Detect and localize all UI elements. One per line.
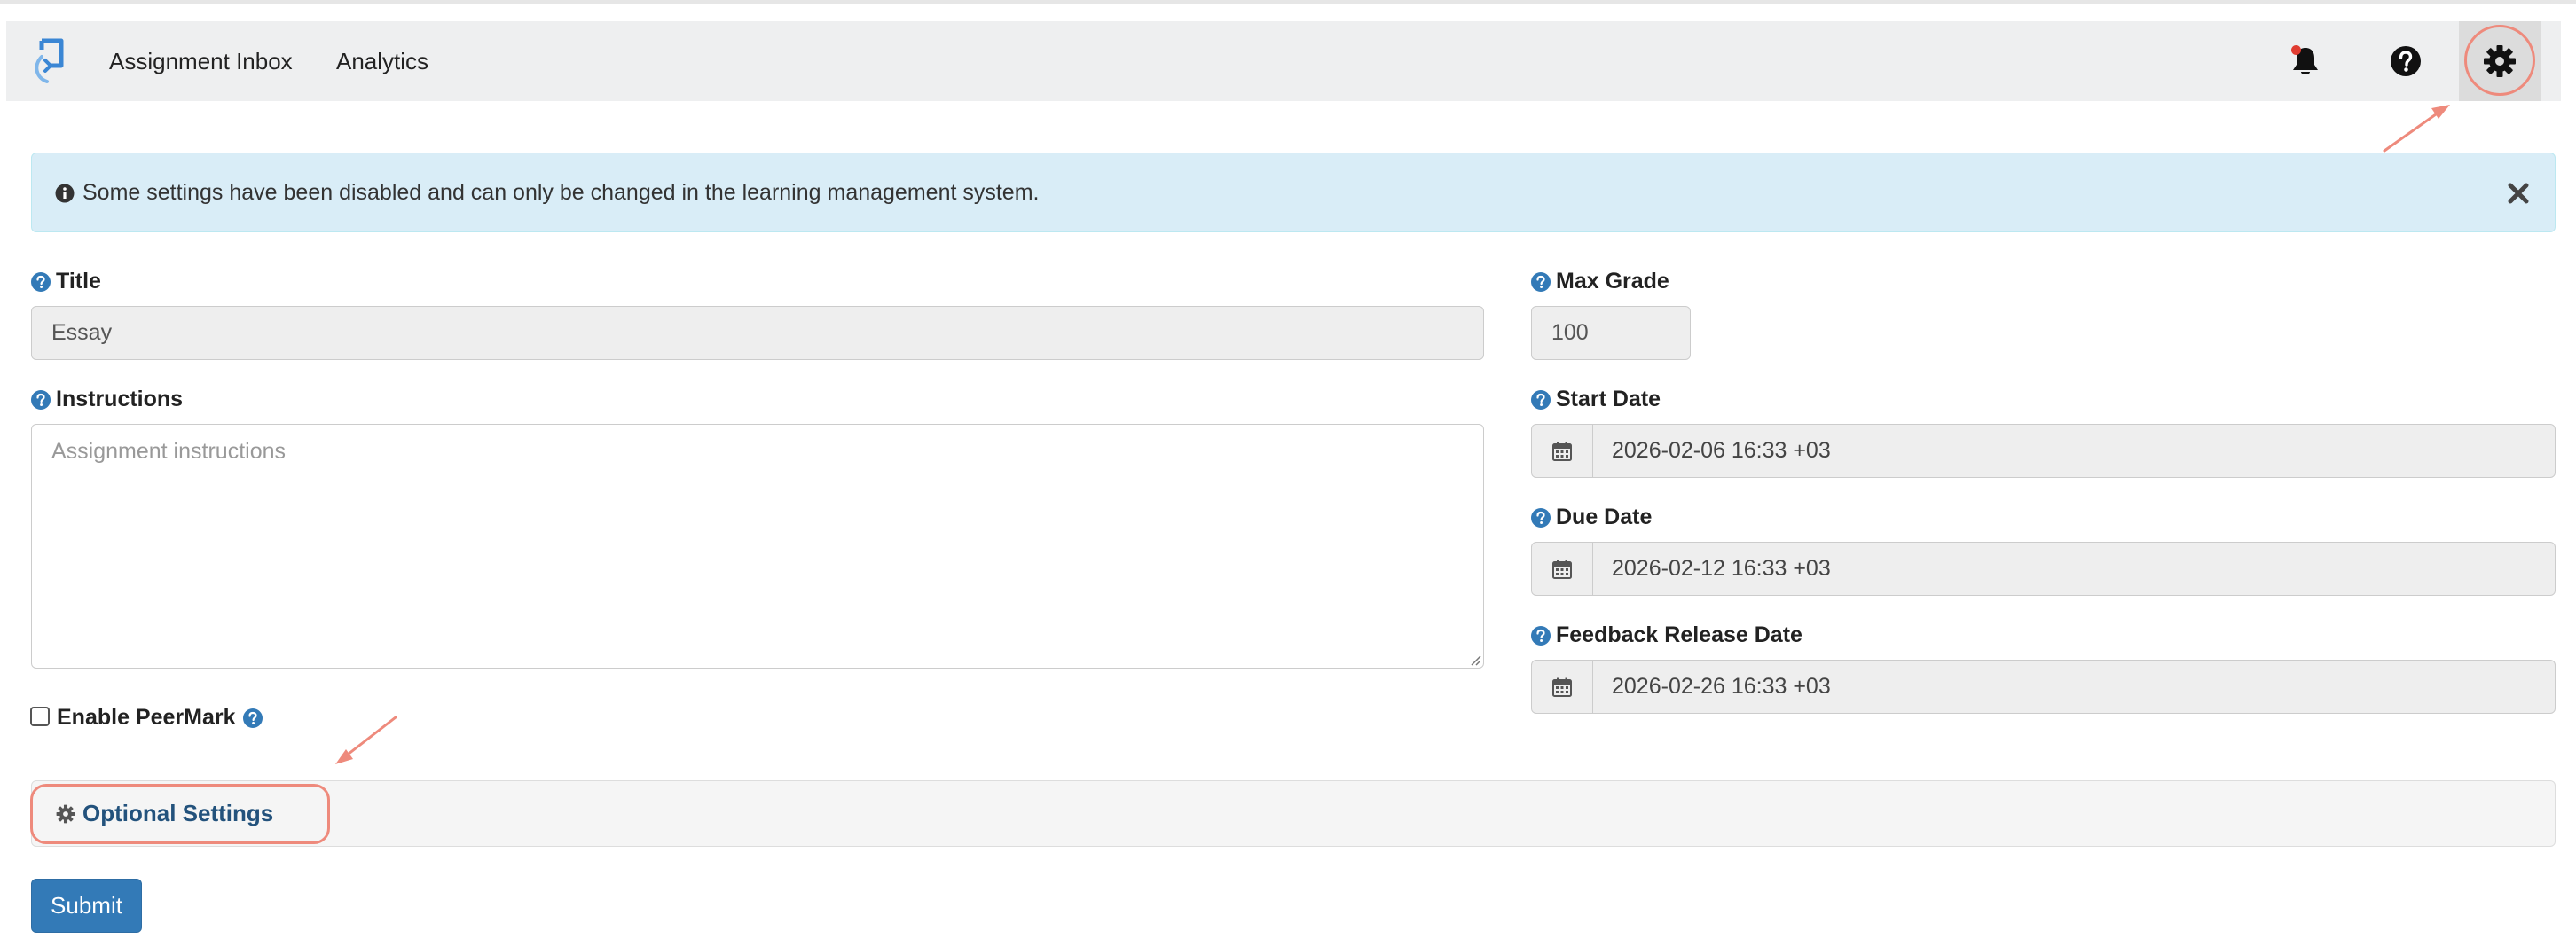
due-date-value: 2026-02-12 16:33 +03 [1612, 556, 1831, 581]
close-icon[interactable] [2507, 182, 2530, 205]
title-input[interactable]: Essay [31, 306, 1484, 360]
help-icon [2391, 46, 2421, 76]
annotation-arrowhead-settings [2431, 105, 2450, 119]
help-icon[interactable] [1531, 389, 1551, 410]
help-button[interactable] [2365, 21, 2446, 101]
nav-analytics[interactable]: Analytics [336, 21, 428, 101]
instructions-label: Instructions [31, 387, 183, 412]
title-label: Title [31, 269, 101, 294]
help-icon[interactable] [1531, 625, 1551, 646]
help-icon[interactable] [1531, 507, 1551, 528]
feedback-date-picker-button[interactable] [1532, 661, 1593, 713]
help-icon[interactable] [242, 708, 263, 728]
start-date-label-text: Start Date [1556, 387, 1661, 411]
alert-message: Some settings have been disabled and can… [82, 180, 1040, 205]
due-date-input[interactable]: 2026-02-12 16:33 +03 [1531, 542, 2556, 596]
max-grade-label: Max Grade [1531, 269, 1669, 294]
annotation-highlight-optional-settings [30, 784, 330, 844]
notifications-button[interactable] [2265, 21, 2346, 101]
title-label-text: Title [56, 269, 101, 293]
peermark-label: Enable PeerMark [57, 705, 268, 731]
annotation-arrowhead-optional [335, 749, 353, 764]
nav-assignment-inbox[interactable]: Assignment Inbox [109, 21, 293, 101]
help-icon[interactable] [31, 271, 51, 292]
lms-settings-alert: Some settings have been disabled and can… [31, 153, 2556, 232]
feedback-date-label-text: Feedback Release Date [1556, 622, 1802, 647]
calendar-icon [1552, 442, 1572, 461]
feedback-date-input[interactable]: 2026-02-26 16:33 +03 [1531, 660, 2556, 714]
app-logo-icon[interactable] [27, 37, 74, 85]
optional-settings-panel: Optional Settings [31, 780, 2556, 847]
start-date-input[interactable]: 2026-02-06 16:33 +03 [1531, 424, 2556, 478]
top-border [0, 0, 2576, 4]
max-grade-label-text: Max Grade [1556, 269, 1669, 293]
peermark-label-text: Enable PeerMark [57, 705, 236, 730]
due-date-label-text: Due Date [1556, 505, 1653, 529]
peermark-checkbox[interactable] [30, 707, 50, 726]
instructions-placeholder: Assignment instructions [51, 439, 287, 464]
due-date-label: Due Date [1531, 505, 1652, 530]
annotation-highlight-settings-icon [2464, 25, 2535, 96]
top-navbar: Assignment Inbox Analytics [6, 21, 2561, 101]
max-grade-input[interactable]: 100 [1531, 306, 1691, 360]
instructions-textarea[interactable]: Assignment instructions [31, 424, 1484, 669]
submit-button[interactable]: Submit [31, 879, 142, 933]
due-date-picker-button[interactable] [1532, 543, 1593, 595]
calendar-icon [1552, 677, 1572, 697]
feedback-date-value: 2026-02-26 16:33 +03 [1612, 674, 1831, 699]
start-date-picker-button[interactable] [1532, 425, 1593, 477]
calendar-icon [1552, 560, 1572, 579]
start-date-label: Start Date [1531, 387, 1661, 412]
instructions-label-text: Instructions [56, 387, 184, 411]
feedback-date-label: Feedback Release Date [1531, 622, 1802, 648]
resize-handle-icon[interactable] [1467, 652, 1481, 666]
annotation-arrow-optional [342, 716, 397, 759]
info-icon [55, 184, 75, 203]
notification-dot [2291, 45, 2301, 55]
start-date-value: 2026-02-06 16:33 +03 [1612, 438, 1831, 463]
help-icon[interactable] [31, 389, 51, 410]
annotation-arrow-settings [2383, 108, 2444, 153]
help-icon[interactable] [1531, 271, 1551, 292]
